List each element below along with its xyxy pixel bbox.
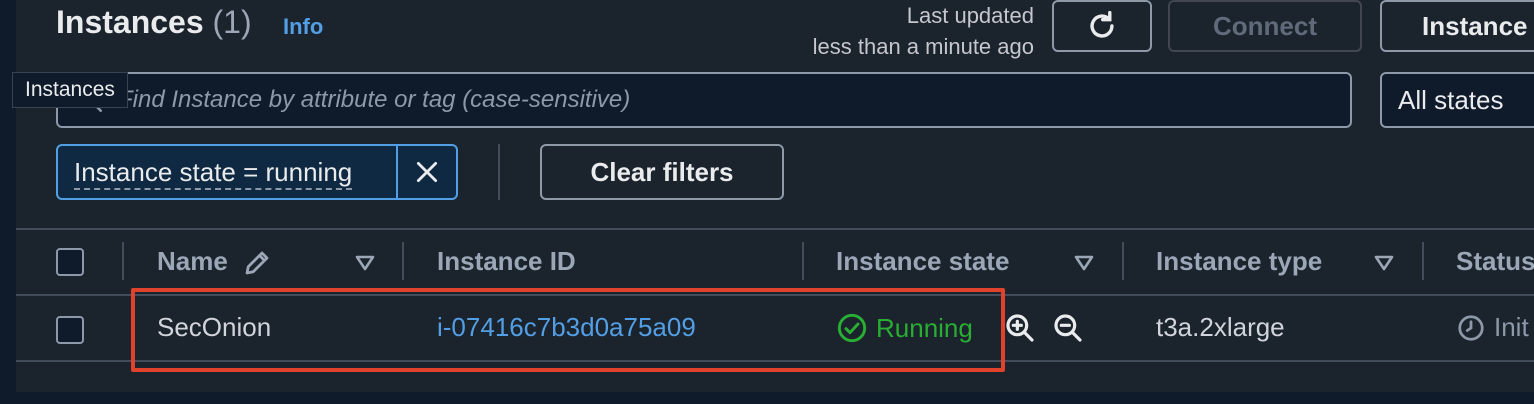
status-check-text: Init [1494,312,1529,342]
close-icon [416,161,438,183]
refresh-button[interactable] [1052,0,1152,52]
page-title-text: Instances [56,4,204,40]
states-select[interactable]: All states [1380,72,1534,128]
sort-down-icon[interactable] [354,254,376,272]
table-top-border [16,228,1534,230]
column-separator [402,242,404,280]
zoom-out-icon[interactable] [1052,312,1084,344]
clear-filters-button[interactable]: Clear filters [540,144,784,200]
select-all-checkbox[interactable] [56,248,84,276]
instance-state-button[interactable]: Instance [1380,0,1534,52]
column-header-name-label: Name [157,246,228,276]
column-header-instance-type[interactable]: Instance type [1156,246,1322,277]
ec2-instances-page: Instances (1) Info Last updated less tha… [0,0,1534,404]
clock-icon [1458,314,1484,341]
last-updated: Last updated less than a minute ago [760,0,1034,62]
cell-status-check: Init [1456,312,1529,343]
row-highlight-annotation [131,288,1005,372]
column-header-instance-state[interactable]: Instance state [836,246,1009,277]
column-header-name[interactable]: Name [157,246,228,277]
column-separator [122,242,124,280]
column-header-status[interactable]: Status [1456,246,1534,277]
row-checkbox[interactable] [56,316,84,344]
instance-count: (1) [212,4,252,40]
instances-tooltip: Instances [12,72,128,108]
search-input[interactable] [118,84,1318,116]
filter-token-text: Instance state = running [74,157,353,190]
last-updated-value: less than a minute ago [812,34,1034,59]
sort-down-icon[interactable] [1373,254,1395,272]
column-header-instance-id[interactable]: Instance ID [437,246,576,277]
cell-instance-type: t3a.2xlarge [1156,312,1285,342]
connect-button[interactable]: Connect [1168,0,1362,52]
filter-token-remove-button[interactable] [396,146,456,198]
edit-pencil-icon [245,251,269,275]
info-link[interactable]: Info [283,14,323,40]
page-title: Instances (1) [56,4,252,41]
search-box[interactable] [56,72,1352,128]
column-separator [1122,242,1124,280]
filter-token: Instance state = running [56,144,458,200]
refresh-icon [1090,10,1114,38]
bottom-strip [0,392,1534,404]
column-separator [802,242,804,280]
last-updated-label: Last updated [906,3,1034,28]
sort-down-icon[interactable] [1073,254,1095,272]
filter-divider [498,144,500,200]
column-separator [1422,242,1424,280]
zoom-in-icon[interactable] [1004,312,1036,344]
filter-token-label[interactable]: Instance state = running [58,146,396,198]
